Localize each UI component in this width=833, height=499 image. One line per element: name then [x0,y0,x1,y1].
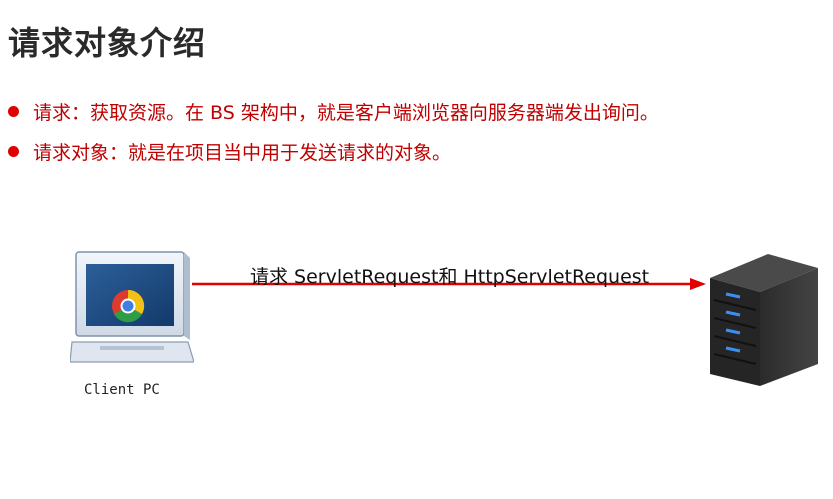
server-tower-icon [710,254,818,386]
client-pc-icon [70,251,194,363]
arrow-label: 请求 ServletRequest和 HttpServletRequest [250,266,650,288]
client-pc-label: Client PC [84,382,160,398]
